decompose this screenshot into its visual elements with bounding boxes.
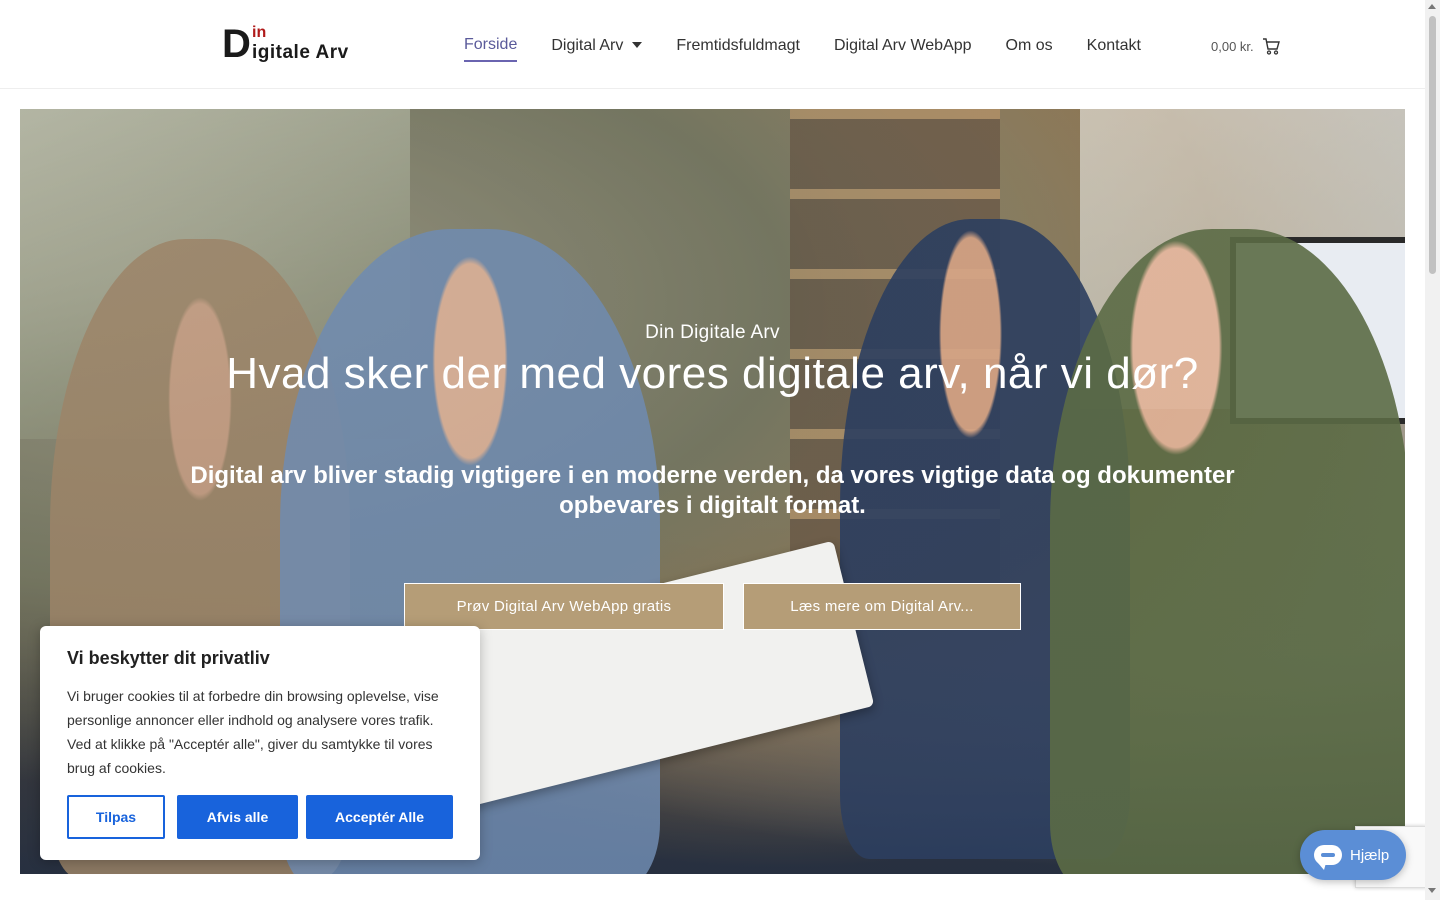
accept-all-button[interactable]: Acceptér Alle — [306, 795, 453, 839]
nav-label: Digital Arv — [551, 37, 624, 54]
nav-label: Om os — [1005, 37, 1053, 54]
chevron-down-icon[interactable] — [632, 41, 643, 48]
cart-amount: 0,00 kr. — [1211, 39, 1254, 54]
main-nav: Forside Digital Arv Fremtidsfuldmagt Dig… — [464, 36, 1175, 62]
hero-subtitle: Digital arv bliver stadig vigtigere i en… — [190, 462, 1235, 519]
nav-item-om-os[interactable]: Om os — [1006, 37, 1053, 61]
scroll-down-icon[interactable] — [1428, 888, 1436, 893]
nav-item-digital-arv[interactable]: Digital Arv — [551, 37, 643, 61]
reject-all-button[interactable]: Afvis alle — [177, 795, 298, 839]
logo-letter-d: D — [222, 22, 251, 66]
help-button[interactable]: Hjælp — [1300, 830, 1406, 880]
nav-label: Forside — [464, 36, 518, 53]
cookie-text: Vi bruger cookies til at forbedre din br… — [67, 688, 439, 776]
read-more-button[interactable]: Læs mere om Digital Arv... — [743, 583, 1021, 630]
nav-item-fremtidsfuldmagt[interactable]: Fremtidsfuldmagt — [676, 37, 800, 61]
scroll-up-icon[interactable] — [1428, 4, 1436, 9]
nav-item-forside[interactable]: Forside — [464, 36, 518, 62]
logo-text: igitale Arv — [252, 42, 349, 63]
cookie-title: Vi beskytter dit privatliv — [67, 648, 270, 668]
scroll-thumb[interactable] — [1429, 16, 1436, 274]
nav-item-webapp[interactable]: Digital Arv WebApp — [834, 37, 972, 61]
nav-label: Kontakt — [1086, 37, 1141, 54]
hero-eyebrow: Din Digitale Arv — [645, 322, 780, 343]
page-scrollbar[interactable] — [1425, 0, 1440, 900]
site-logo[interactable]: D in igitale Arv — [222, 24, 362, 66]
cart-icon — [1262, 38, 1280, 55]
nav-label: Fremtidsfuldmagt — [676, 37, 800, 54]
nav-label: Digital Arv WebApp — [833, 37, 972, 54]
try-webapp-button[interactable]: Prøv Digital Arv WebApp gratis — [404, 583, 724, 630]
customize-button[interactable]: Tilpas — [67, 795, 165, 839]
help-label: Hjælp — [1350, 846, 1390, 864]
cart-link[interactable]: 0,00 kr. — [1211, 38, 1280, 55]
hero-title: Hvad sker der med vores digitale arv, nå… — [226, 349, 1199, 398]
cookie-consent-dialog: Vi beskytter dit privatliv Vi bruger coo… — [40, 626, 480, 860]
nav-item-kontakt[interactable]: Kontakt — [1087, 37, 1141, 61]
chat-icon — [1314, 845, 1342, 870]
logo-in: in — [252, 24, 267, 41]
site-header: D in igitale Arv Forside Digital Arv Fre… — [0, 0, 1425, 89]
